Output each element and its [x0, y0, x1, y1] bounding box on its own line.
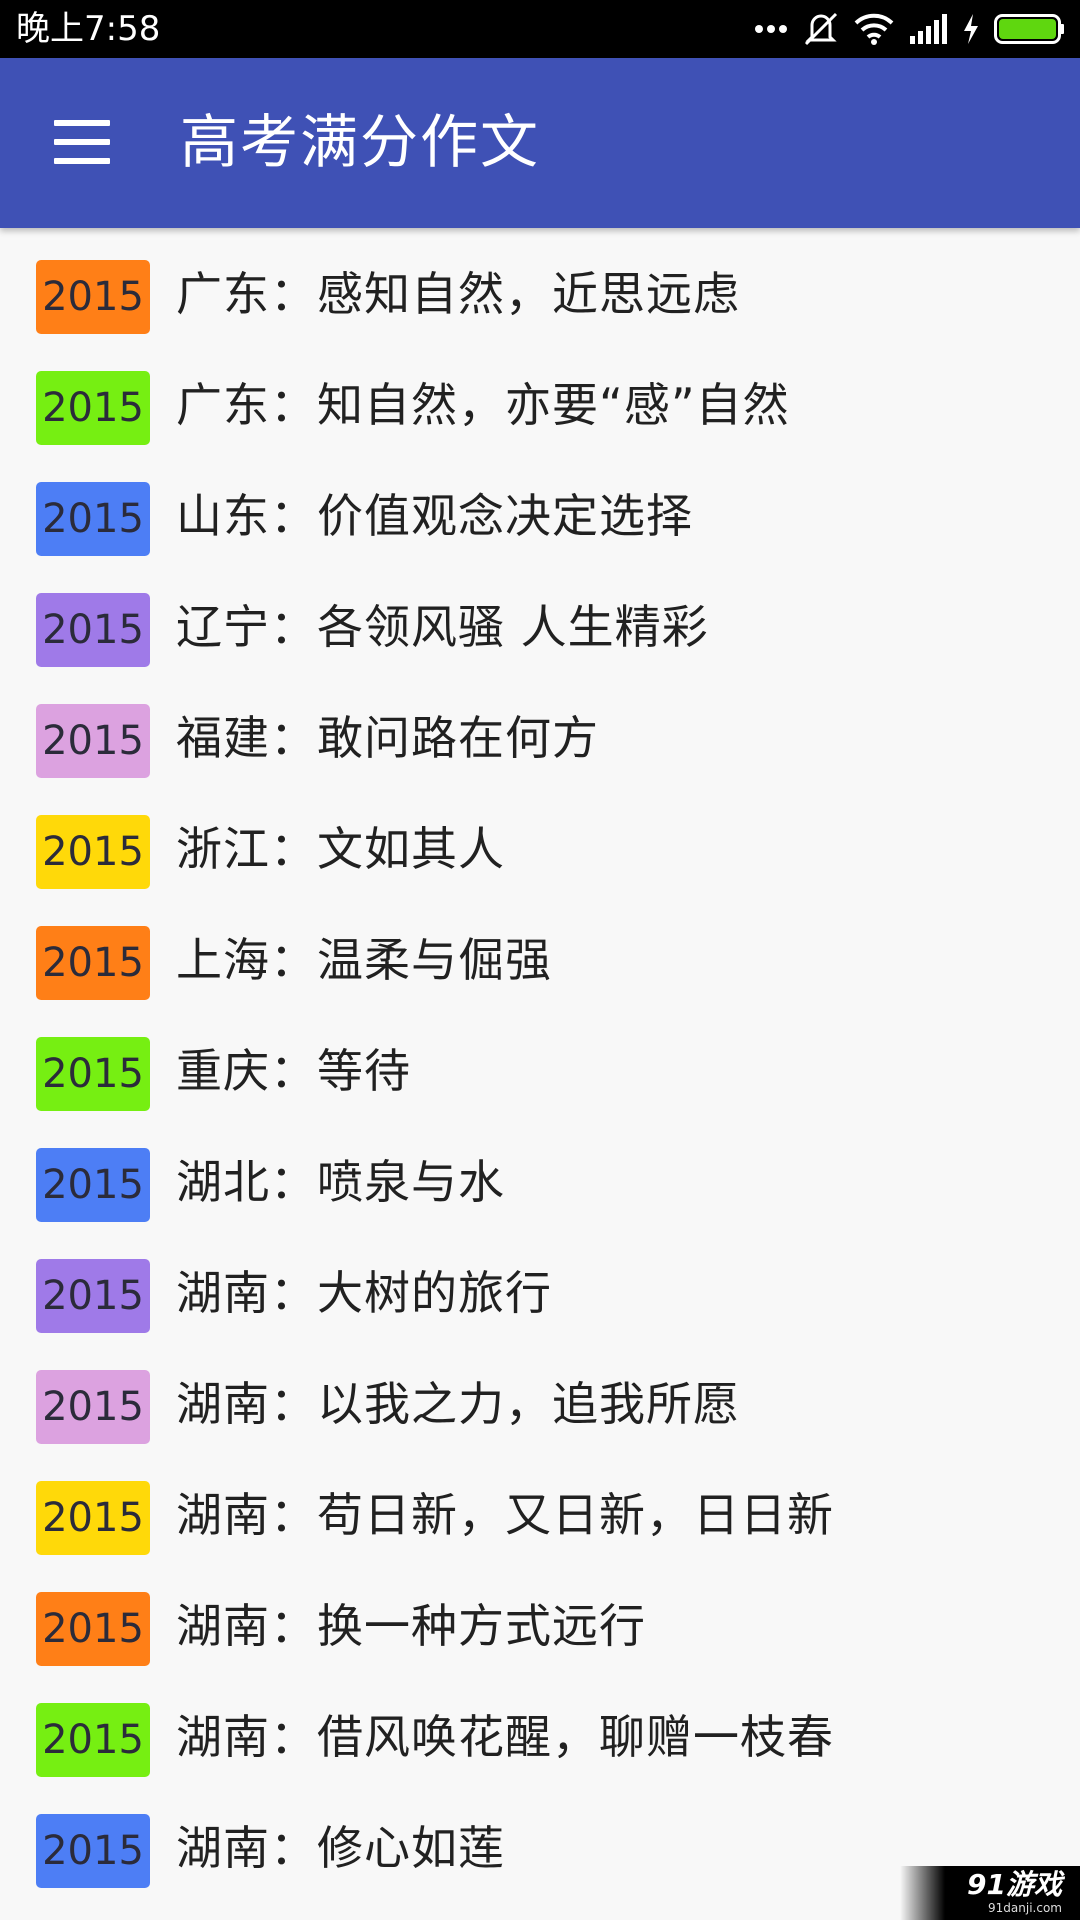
list-item[interactable]: 2015 湖南：借风唤花醒，聊赠一枝春 — [0, 1671, 1080, 1782]
essay-title: 湖南：借风唤花醒，聊赠一枝春 — [176, 1710, 834, 1764]
essay-title: 浙江：文如其人 — [176, 822, 505, 876]
essay-title: 湖南：换一种方式远行 — [176, 1599, 646, 1653]
essay-title: 湖北：喷泉与水 — [176, 1155, 505, 1209]
essay-title: 广东：感知自然，近思远虑 — [176, 267, 740, 321]
signal-icon — [908, 14, 948, 44]
essay-title: 上海：温柔与倔强 — [176, 933, 552, 987]
app-title: 高考满分作文 — [180, 108, 541, 176]
year-badge: 2015 — [36, 1148, 150, 1222]
charging-icon — [962, 14, 980, 44]
list-item[interactable]: 2015 福建：敢问路在何方 — [0, 672, 1080, 783]
essay-title: 福建：敢问路在何方 — [176, 711, 599, 765]
essay-title: 湖南：修心如莲 — [176, 1821, 505, 1875]
year-badge: 2015 — [36, 1814, 150, 1888]
status-bar: 晚上7:58 — [0, 0, 1080, 58]
status-time: 晚上7:58 — [16, 9, 161, 49]
wifi-icon — [854, 13, 894, 45]
mute-vibrate-icon — [802, 11, 840, 47]
year-badge: 2015 — [36, 1703, 150, 1777]
essay-title: 湖南：以我之力，追我所愿 — [176, 1377, 740, 1431]
essay-title: 山东：价值观念决定选择 — [176, 489, 693, 543]
list-item[interactable]: 2015 上海：温柔与倔强 — [0, 894, 1080, 1005]
list-item[interactable]: 2015 重庆：等待 — [0, 1005, 1080, 1116]
list-item[interactable]: 2015 广东：感知自然，近思远虑 — [0, 228, 1080, 339]
essay-title: 湖南：苟日新，又日新，日日新 — [176, 1488, 834, 1542]
essay-title: 广东：知自然，亦要“感”自然 — [176, 378, 790, 432]
battery-icon — [994, 13, 1066, 45]
year-badge: 2015 — [36, 1370, 150, 1444]
year-badge: 2015 — [36, 1037, 150, 1111]
year-badge: 2015 — [36, 1259, 150, 1333]
list-item[interactable]: 2015 辽宁：各领风骚 人生精彩 — [0, 561, 1080, 672]
status-icons — [754, 0, 1066, 58]
list-item[interactable]: 2015 湖南：苟日新，又日新，日日新 — [0, 1449, 1080, 1560]
watermark-text: 91游戏 — [967, 1868, 1062, 1901]
essay-list: 2015 广东：感知自然，近思远虑 2015 广东：知自然，亦要“感”自然 2015 山东… — [0, 228, 1080, 1893]
app-bar: 高考满分作文 — [0, 58, 1080, 228]
year-badge: 2015 — [36, 482, 150, 556]
watermark-logo: 91游戏 91danji.com — [900, 1866, 1080, 1920]
year-badge: 2015 — [36, 704, 150, 778]
list-item[interactable]: 2015 湖南：大树的旅行 — [0, 1227, 1080, 1338]
list-item[interactable]: 2015 湖北：喷泉与水 — [0, 1116, 1080, 1227]
list-item[interactable]: 2015 湖南：换一种方式远行 — [0, 1560, 1080, 1671]
essay-title: 湖南：大树的旅行 — [176, 1266, 552, 1320]
year-badge: 2015 — [36, 815, 150, 889]
watermark-url: 91danji.com — [988, 1901, 1062, 1915]
year-badge: 2015 — [36, 371, 150, 445]
essay-title: 重庆：等待 — [176, 1044, 411, 1098]
list-item[interactable]: 2015 湖南：以我之力，追我所愿 — [0, 1338, 1080, 1449]
year-badge: 2015 — [36, 1481, 150, 1555]
year-badge: 2015 — [36, 593, 150, 667]
essay-title: 辽宁：各领风骚 人生精彩 — [176, 600, 709, 654]
more-icon — [754, 23, 788, 35]
year-badge: 2015 — [36, 1592, 150, 1666]
year-badge: 2015 — [36, 260, 150, 334]
hamburger-menu-icon[interactable] — [48, 112, 116, 172]
list-item[interactable]: 2015 浙江：文如其人 — [0, 783, 1080, 894]
list-item[interactable]: 2015 广东：知自然，亦要“感”自然 — [0, 339, 1080, 450]
list-item[interactable]: 2015 山东：价值观念决定选择 — [0, 450, 1080, 561]
year-badge: 2015 — [36, 926, 150, 1000]
